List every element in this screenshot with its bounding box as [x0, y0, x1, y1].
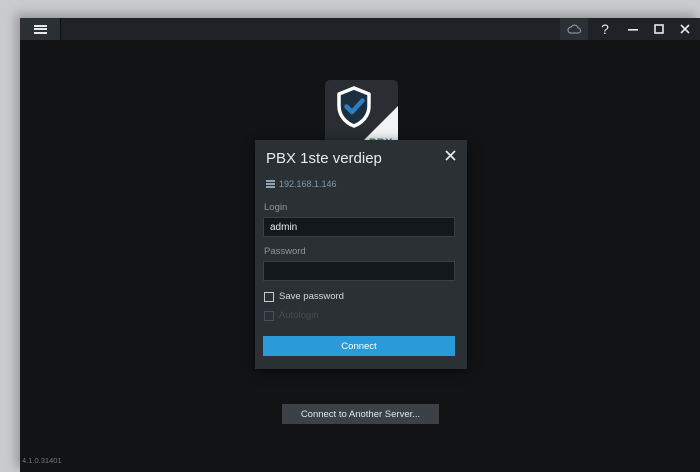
- connect-another-server-button[interactable]: Connect to Another Server...: [282, 404, 439, 424]
- connect-button[interactable]: Connect: [263, 336, 455, 356]
- help-button[interactable]: ?: [592, 18, 618, 40]
- minimize-button[interactable]: [620, 18, 646, 40]
- menu-button[interactable]: [20, 18, 61, 40]
- autologin-checkbox[interactable]: Autologin: [264, 310, 319, 321]
- server-list-icon: [266, 180, 275, 188]
- save-password-label: Save password: [279, 291, 344, 302]
- close-window-button[interactable]: [672, 18, 698, 40]
- server-address: 192.168.1.146: [279, 179, 337, 189]
- version-label: 4.1.0.31401: [22, 456, 62, 465]
- maximize-button[interactable]: [646, 18, 672, 40]
- close-icon: [680, 24, 690, 34]
- help-icon: ?: [601, 21, 609, 37]
- dialog-title: PBX 1ste verdiep: [266, 150, 382, 167]
- title-bar: ?: [20, 18, 700, 40]
- password-label: Password: [264, 246, 306, 257]
- close-x-icon: [444, 149, 456, 161]
- hamburger-menu-icon: [33, 24, 47, 34]
- autologin-box[interactable]: [264, 310, 274, 321]
- server-info: 192.168.1.146: [266, 179, 337, 189]
- login-field[interactable]: [263, 217, 455, 237]
- cloud-icon: [567, 24, 581, 34]
- autologin-label: Autologin: [279, 310, 319, 321]
- app-window: ? PBX PBX 1ste verdiep 192.168.1.146 Log…: [20, 18, 700, 472]
- minimize-icon: [628, 29, 638, 31]
- dialog-close-button[interactable]: [442, 147, 458, 163]
- password-field[interactable]: [263, 261, 455, 281]
- maximize-icon: [654, 24, 664, 34]
- save-password-box[interactable]: [264, 291, 274, 302]
- login-label: Login: [264, 202, 288, 213]
- cloud-button[interactable]: [560, 18, 588, 40]
- save-password-checkbox[interactable]: Save password: [264, 291, 344, 302]
- login-dialog: PBX 1ste verdiep 192.168.1.146 Login Pas…: [255, 140, 467, 369]
